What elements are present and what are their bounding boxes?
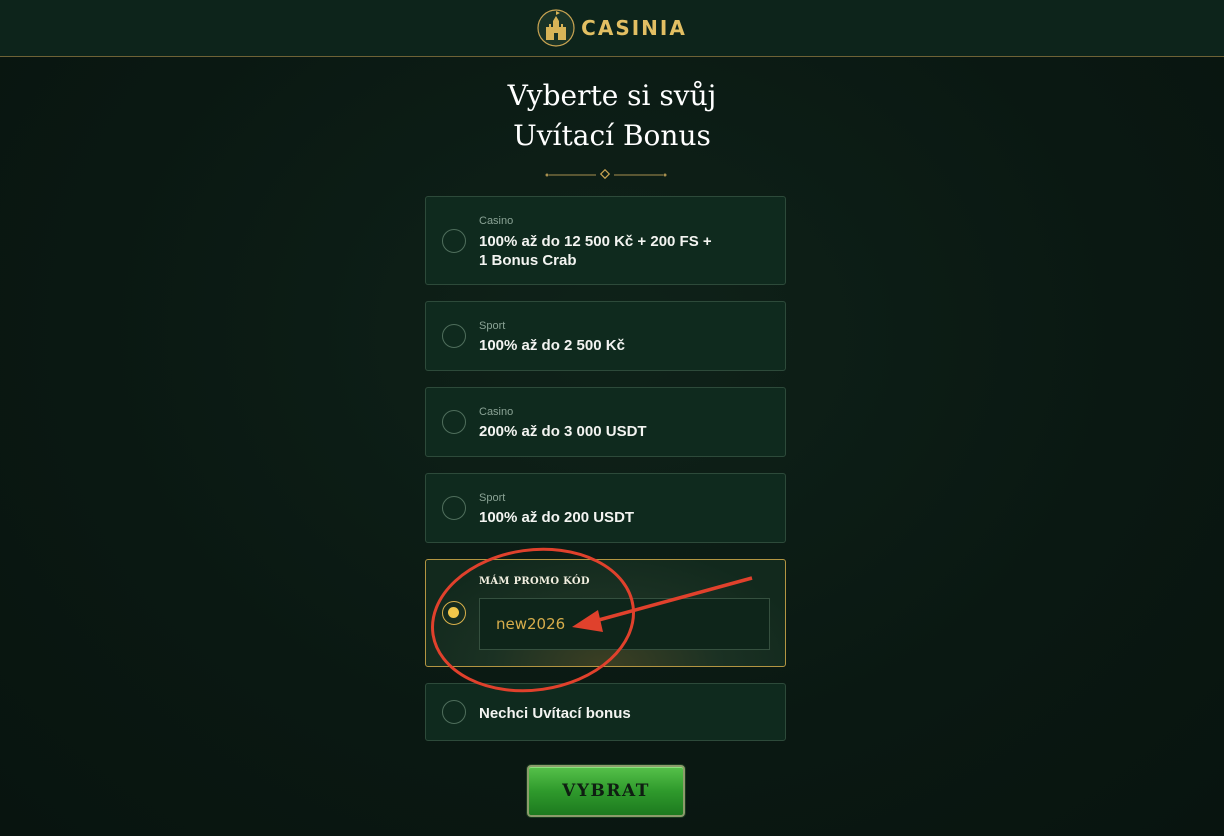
radio-button[interactable] <box>442 700 466 724</box>
radio-button[interactable] <box>442 324 466 348</box>
radio-button[interactable] <box>442 410 466 434</box>
bonus-option-sport-1[interactable]: Sport 100% až do 2 500 Kč <box>425 301 786 371</box>
option-category: Casino <box>479 215 514 227</box>
option-title: 100% až do 2 500 Kč <box>479 337 625 354</box>
bonus-option-promo-code[interactable]: MÁM PROMO KÓD new2026 <box>425 559 786 667</box>
top-bar: CASINIA <box>0 0 1224 57</box>
radio-button-selected[interactable] <box>442 601 466 625</box>
bonus-option-casino-2[interactable]: Casino 200% až do 3 000 USDT <box>425 387 786 457</box>
page-title-line-2: Uvítací Bonus <box>513 119 711 152</box>
bonus-option-sport-2[interactable]: Sport 100% až do 200 USDT <box>425 473 786 543</box>
casinia-logo[interactable]: CASINIA <box>537 7 687 49</box>
promo-code-input[interactable]: new2026 <box>479 598 770 650</box>
brand-name: CASINIA <box>581 16 687 40</box>
option-category: Sport <box>479 492 506 504</box>
option-category: Sport <box>479 320 506 332</box>
radio-button[interactable] <box>442 496 466 520</box>
option-title: Nechci Uvítací bonus <box>479 705 631 722</box>
promo-code-label: MÁM PROMO KÓD <box>479 576 590 587</box>
option-title-line-1: 100% až do 12 500 Kč + 200 FS + <box>479 233 712 250</box>
castle-icon <box>537 9 575 47</box>
ornament-divider <box>545 169 667 180</box>
option-title-line-2: 1 Bonus Crab <box>479 252 577 269</box>
select-button[interactable]: VYBRAT <box>527 765 685 817</box>
option-title: 100% až do 12 500 Kč + 200 FS + 1 Bonus … <box>479 232 712 270</box>
radio-button[interactable] <box>442 229 466 253</box>
option-category: Casino <box>479 406 514 418</box>
option-title: 100% až do 200 USDT <box>479 509 635 526</box>
bonus-option-casino-1[interactable]: Casino 100% až do 12 500 Kč + 200 FS + 1… <box>425 196 786 285</box>
option-title: 200% až do 3 000 USDT <box>479 423 647 440</box>
page-title: Vyberte si svůj Uvítací Bonus <box>0 76 1224 156</box>
page-title-line-1: Vyberte si svůj <box>507 79 717 112</box>
no-bonus-option[interactable]: Nechci Uvítací bonus <box>425 683 786 741</box>
